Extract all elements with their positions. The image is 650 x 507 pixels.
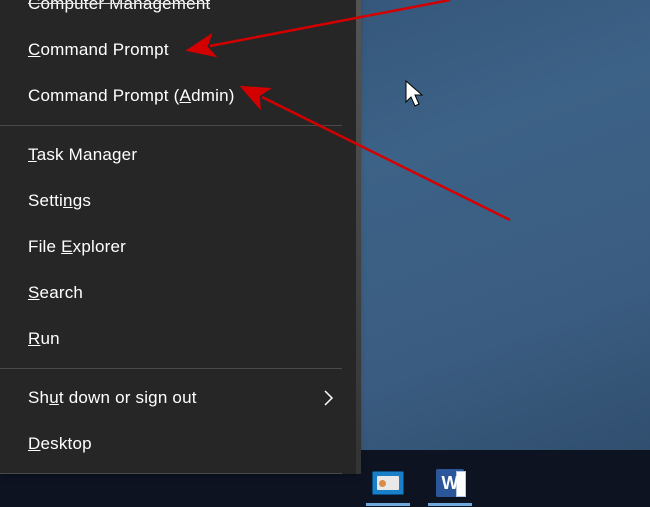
menu-label-post: esktop <box>40 434 91 453</box>
menu-label-post: ask Manager <box>37 145 137 164</box>
menu-item-task-manager[interactable]: Task Manager <box>0 132 356 178</box>
menu-label-post: t down or sign out <box>59 388 197 407</box>
menu-separator <box>0 125 342 126</box>
menu-label-mnemonic: D <box>28 434 40 453</box>
menu-label-pre: Sh <box>28 388 49 407</box>
menu-label-post: un <box>40 329 59 348</box>
menu-label-pre: Command Prompt ( <box>28 86 180 105</box>
menu-label-pre: File <box>28 237 61 256</box>
word-icon-glyph: W <box>442 473 459 494</box>
menu-label-post: ommand Prompt <box>40 40 168 59</box>
menu-label-mnemonic: u <box>49 388 59 407</box>
menu-label-post: earch <box>40 283 84 302</box>
menu-item-search[interactable]: Search <box>0 270 356 316</box>
menu-label-mnemonic: A <box>180 86 192 105</box>
menu-label-post: xplorer <box>73 237 126 256</box>
menu-label-mnemonic: S <box>28 283 40 302</box>
menu-label-post: gs <box>73 191 91 210</box>
menu-label-post: dmin) <box>191 86 235 105</box>
menu-label-mnemonic: T <box>28 145 37 164</box>
taskbar-app-word[interactable]: W <box>430 463 470 503</box>
menu-item-run[interactable]: Run <box>0 316 356 362</box>
menu-label-mnemonic: R <box>28 329 40 348</box>
menu-item-shutdown-signout[interactable]: Shut down or sign out <box>0 375 356 421</box>
chevron-right-icon <box>323 389 334 407</box>
menu-label: Computer Management <box>28 0 210 13</box>
taskbar-app-idphoto[interactable] <box>368 463 408 503</box>
menu-separator <box>0 368 342 369</box>
menu-item-command-prompt[interactable]: Command Prompt <box>0 27 356 73</box>
menu-item-desktop[interactable]: Desktop <box>0 421 356 467</box>
menu-item-settings[interactable]: Settings <box>0 178 356 224</box>
menu-label-mnemonic: n <box>63 191 73 210</box>
menu-label-mnemonic: C <box>28 40 40 59</box>
menu-item-computer-management[interactable]: Computer Management <box>0 0 356 27</box>
menu-separator <box>0 473 342 474</box>
menu-item-file-explorer[interactable]: File Explorer <box>0 224 356 270</box>
winx-menu: Computer Management Command Prompt Comma… <box>0 0 356 474</box>
menu-item-command-prompt-admin[interactable]: Command Prompt (Admin) <box>0 73 356 119</box>
menu-label-mnemonic: E <box>61 237 73 256</box>
menu-label-pre: Setti <box>28 191 63 210</box>
